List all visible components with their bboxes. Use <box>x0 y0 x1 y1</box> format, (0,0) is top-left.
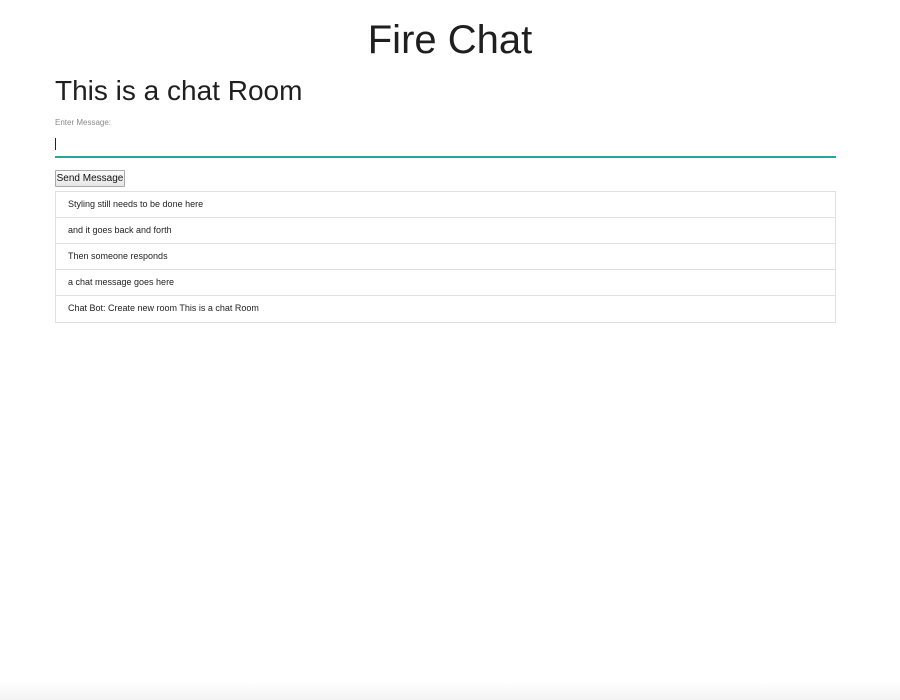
message-input[interactable] <box>55 132 836 158</box>
message-item: a chat message goes here <box>56 270 835 296</box>
send-message-button[interactable]: Send Message <box>55 170 125 187</box>
page: Fire Chat This is a chat Room Enter Mess… <box>0 0 900 700</box>
message-item: Styling still needs to be done here <box>56 192 835 218</box>
text-cursor <box>55 138 56 150</box>
message-item: Chat Bot: Create new room This is a chat… <box>56 296 835 322</box>
message-list: Styling still needs to be done here and … <box>55 191 836 323</box>
message-item: and it goes back and forth <box>56 218 835 244</box>
message-item: Then someone responds <box>56 244 835 270</box>
message-field-label: Enter Message: <box>55 118 112 127</box>
app-title: Fire Chat <box>367 18 533 62</box>
room-title: This is a chat Room <box>55 75 303 106</box>
